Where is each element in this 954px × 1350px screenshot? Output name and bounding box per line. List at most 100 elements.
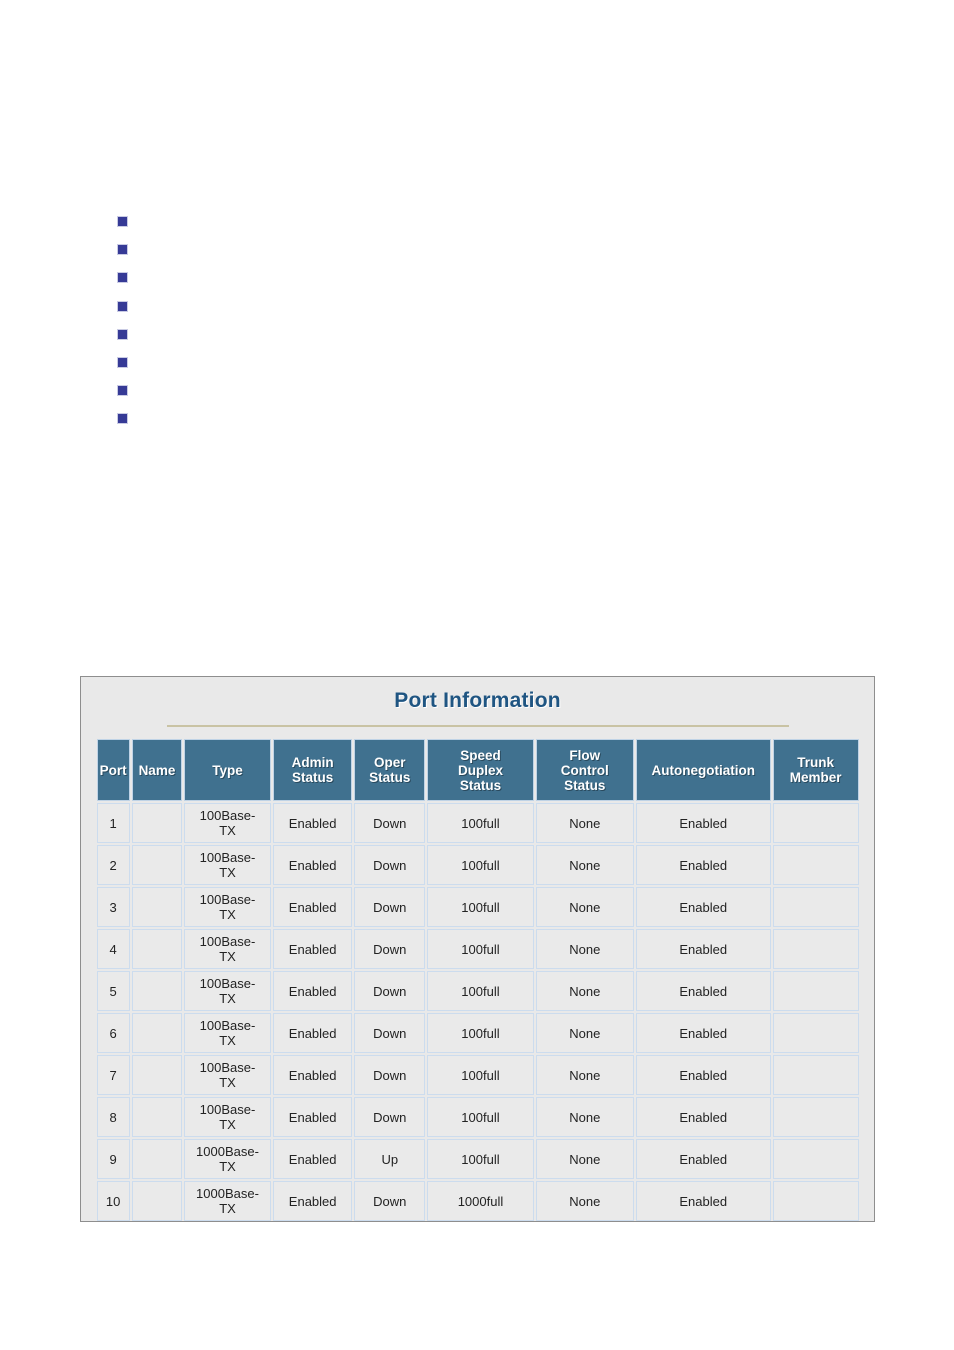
column-header-autonegotiation: Autonegotiation [635,739,771,801]
cell-port: 5 [96,971,130,1011]
column-header-oper-status: Oper Status [354,739,426,801]
table-row: 9 1000Base- TX Enabled Up 100full None Enabled [96,1139,859,1179]
port-table-container: Port Name Type Admin Status Oper Status Speed Du… [95,737,861,1223]
column-header-flow-control-status: Flow Control Status [535,739,634,801]
cell-trunk-member [772,1055,859,1095]
cell-admin-status: Enabled [272,929,353,969]
square-bullet-icon [118,357,127,367]
cell-trunk-member [772,1097,859,1137]
table-row: 4 100Base- TX Enabled Down 100full None Enabled [96,929,859,969]
cell-type: 1000Base- TX [184,1181,271,1221]
cell-trunk-member [772,803,859,843]
cell-trunk-member [772,1013,859,1053]
column-header-line: Duplex [457,762,503,778]
cell-speed-duplex-status: 100full [427,803,534,843]
cell-oper-status: Down [354,845,426,885]
cell-trunk-member [772,845,859,885]
cell-autonegotiation: Enabled [635,1181,771,1221]
cell-admin-status: Enabled [272,1097,353,1137]
cell-autonegotiation: Enabled [635,1013,771,1053]
column-header-line: Port [99,762,127,778]
column-header-line: Status [564,777,606,793]
column-header-line: Flow [569,747,601,763]
cell-port: 2 [96,845,130,885]
square-bullet-icon [118,386,127,396]
column-header-line: Admin [291,755,334,770]
bullet-list-item [118,357,418,385]
cell-port: 10 [96,1181,130,1221]
table-row: 10 1000Base- TX Enabled Down 1000full None Enab… [96,1181,859,1221]
cell-trunk-member [772,1139,859,1179]
bullet-list-item [118,244,418,272]
cell-oper-status: Down [354,1097,426,1137]
column-header-port: Port [96,739,130,801]
cell-trunk-member [772,971,859,1011]
cell-type: 100Base- TX [184,971,271,1011]
table-header-row: Port Name Type Admin Status Oper Status Speed Du… [96,739,859,801]
cell-name [131,887,183,927]
bullet-list-item [118,413,418,441]
cell-oper-status: Down [354,929,426,969]
cell-flow-control-status: None [535,845,634,885]
cell-name [131,1097,183,1137]
cell-type: 100Base- TX [184,929,271,969]
cell-port: 7 [96,1055,130,1095]
cell-oper-status: Down [354,971,426,1011]
table-row: 3 100Base- TX Enabled Down 100full None Enabled [96,887,859,927]
table-row: 7 100Base- TX Enabled Down 100full None Enabled [96,1055,859,1095]
cell-autonegotiation: Enabled [635,1055,771,1095]
cell-oper-status: Down [354,803,426,843]
cell-type: 100Base- TX [184,887,271,927]
column-header-line: Type [212,762,243,778]
column-header-line: Trunk [797,755,834,770]
cell-type: 100Base- TX [184,845,271,885]
cell-oper-status: Down [354,1013,426,1053]
column-header-line: Autonegotiation [651,762,755,778]
cell-oper-status: Down [354,887,426,927]
cell-speed-duplex-status: 100full [427,887,534,927]
cell-admin-status: Enabled [272,1055,353,1095]
page-title: Port Information [394,689,561,712]
table-row: 2 100Base- TX Enabled Down 100full None Enabled [96,845,859,885]
cell-oper-status: Up [354,1139,426,1179]
cell-type: 100Base- TX [184,1013,271,1053]
square-bullet-icon [118,301,127,311]
column-header-line: Speed [460,747,501,763]
port-information-table: Port Name Type Admin Status Oper Status Speed Du… [95,737,861,1223]
cell-type: 1000Base- TX [184,1139,271,1179]
cell-flow-control-status: None [535,887,634,927]
table-row: 5 100Base- TX Enabled Down 100full None Enabled [96,971,859,1011]
cell-port: 9 [96,1139,130,1179]
cell-trunk-member [772,887,859,927]
cell-port: 6 [96,1013,130,1053]
cell-name [131,803,183,843]
table-body: 1 100Base- TX Enabled Down 100full None Enabled… [96,803,859,1221]
cell-autonegotiation: Enabled [635,803,771,843]
column-header-line: Oper [373,755,406,770]
title-divider [166,725,789,727]
cell-admin-status: Enabled [272,803,353,843]
cell-name [131,929,183,969]
cell-autonegotiation: Enabled [635,1097,771,1137]
cell-speed-duplex-status: 100full [427,971,534,1011]
cell-trunk-member [772,929,859,969]
column-header-trunk-member: Trunk Member [772,739,859,801]
bullet-list-item [118,272,418,300]
cell-speed-duplex-status: 100full [427,1139,534,1179]
cell-name [131,1055,183,1095]
column-header-type: Type [184,739,271,801]
table-row: 1 100Base- TX Enabled Down 100full None Enabled [96,803,859,843]
cell-flow-control-status: None [535,1181,634,1221]
cell-flow-control-status: None [535,1139,634,1179]
cell-flow-control-status: None [535,971,634,1011]
column-header-line: Status [292,770,334,785]
cell-speed-duplex-status: 1000full [427,1181,534,1221]
table-row: 8 100Base- TX Enabled Down 100full None Enabled [96,1097,859,1137]
column-header-line: Name [138,762,176,778]
cell-speed-duplex-status: 100full [427,845,534,885]
cell-autonegotiation: Enabled [635,971,771,1011]
cell-admin-status: Enabled [272,1139,353,1179]
cell-port: 1 [96,803,130,843]
cell-autonegotiation: Enabled [635,845,771,885]
cell-port: 8 [96,1097,130,1137]
